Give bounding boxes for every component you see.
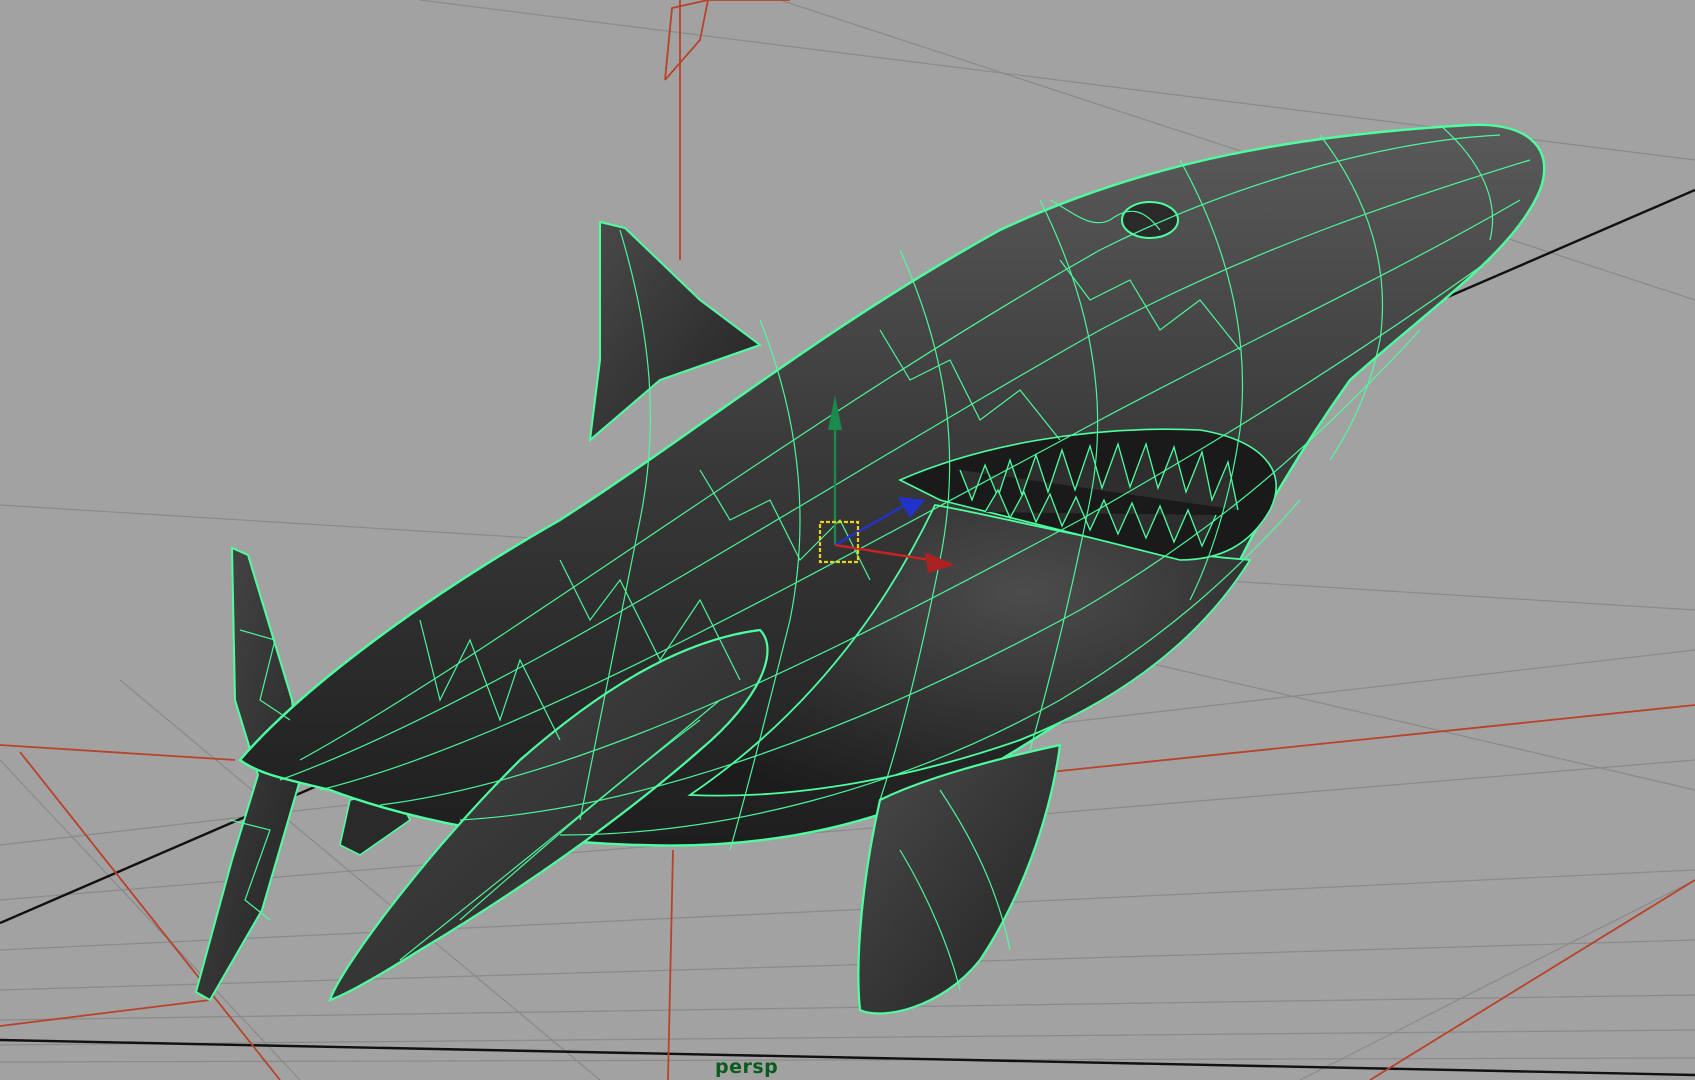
viewport-canvas[interactable] <box>0 0 1695 1080</box>
perspective-viewport[interactable]: persp <box>0 0 1695 1080</box>
camera-name-label: persp <box>715 1056 779 1078</box>
shark-mesh[interactable] <box>194 123 1546 1015</box>
eye <box>1121 201 1179 239</box>
